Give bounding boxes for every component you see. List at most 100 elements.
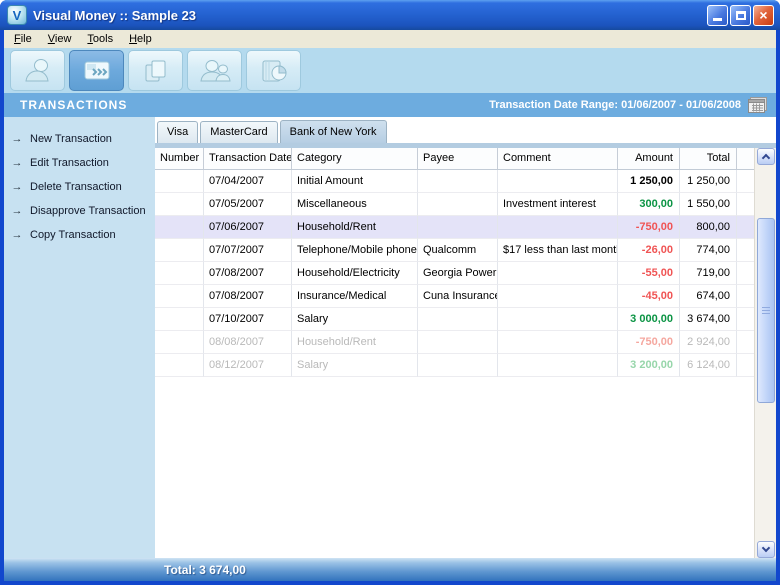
cell-payee xyxy=(418,354,498,377)
sidebar-actions: →New Transaction→Edit Transaction→Delete… xyxy=(4,117,155,558)
transactions-toolbar-button[interactable] xyxy=(69,50,124,91)
cell-amount: -750,00 xyxy=(618,216,680,239)
cell-payee xyxy=(418,308,498,331)
action-new-transaction[interactable]: →New Transaction xyxy=(4,127,155,151)
table-row[interactable]: 07/05/2007 Miscellaneous Investment inte… xyxy=(155,193,754,216)
app-window: V Visual Money :: Sample 23 × FileViewTo… xyxy=(0,0,780,585)
action-copy-transaction[interactable]: →Copy Transaction xyxy=(4,223,155,247)
action-disapprove-transaction[interactable]: →Disapprove Transaction xyxy=(4,199,155,223)
scrollbar-track[interactable] xyxy=(757,165,775,541)
cell-payee xyxy=(418,170,498,193)
tab-bank-of-new-york[interactable]: Bank of New York xyxy=(280,120,387,143)
menu-item-view[interactable]: View xyxy=(40,31,80,47)
cell-comment: Investment interest xyxy=(498,193,618,216)
column-header-transaction-date[interactable]: Transaction Date xyxy=(204,148,292,169)
minimize-icon xyxy=(713,18,722,21)
close-button[interactable]: × xyxy=(753,5,774,26)
maximize-icon xyxy=(736,11,746,20)
transactions-table: NumberTransaction DateCategoryPayeeComme… xyxy=(155,148,754,558)
cell-date: 07/05/2007 xyxy=(204,193,292,216)
reports-toolbar-button[interactable] xyxy=(246,50,301,91)
cell-payee xyxy=(418,216,498,239)
column-header-filler xyxy=(737,148,754,169)
scrollbar-thumb[interactable] xyxy=(757,218,775,403)
tab-visa[interactable]: Visa xyxy=(157,121,198,143)
cell-comment xyxy=(498,262,618,285)
column-header-amount[interactable]: Amount xyxy=(618,148,680,169)
cell-category: Insurance/Medical xyxy=(292,285,418,308)
user-icon xyxy=(22,57,54,85)
window-body: FileViewToolsHelp TRANSACTIONS Transacti… xyxy=(4,30,776,581)
action-label: Disapprove Transaction xyxy=(30,205,146,217)
action-arrow-icon: → xyxy=(4,229,30,241)
tab-mastercard[interactable]: MasterCard xyxy=(200,121,277,143)
documents-toolbar-button[interactable] xyxy=(128,50,183,91)
status-total: Total: 3 674,00 xyxy=(164,563,246,577)
calendar-icon[interactable] xyxy=(748,97,768,114)
action-delete-transaction[interactable]: →Delete Transaction xyxy=(4,175,155,199)
users-toolbar-button[interactable] xyxy=(187,50,242,91)
table-row[interactable]: 07/08/2007 Insurance/Medical Cuna Insura… xyxy=(155,285,754,308)
cell-total: 1 250,00 xyxy=(680,170,737,193)
action-edit-transaction[interactable]: →Edit Transaction xyxy=(4,151,155,175)
scroll-up-button[interactable] xyxy=(757,148,775,165)
table-row[interactable]: 08/08/2007 Household/Rent -750,00 2 924,… xyxy=(155,331,754,354)
scroll-down-button[interactable] xyxy=(757,541,775,558)
cell-category: Miscellaneous xyxy=(292,193,418,216)
column-header-category[interactable]: Category xyxy=(292,148,418,169)
cell-payee: Georgia Power xyxy=(418,262,498,285)
cell-total: 3 674,00 xyxy=(680,308,737,331)
cell-total: 774,00 xyxy=(680,239,737,262)
cell-category: Salary xyxy=(292,354,418,377)
menu-item-tools[interactable]: Tools xyxy=(79,31,121,47)
table-row[interactable]: 07/10/2007 Salary 3 000,00 3 674,00 xyxy=(155,308,754,331)
cell-date: 07/07/2007 xyxy=(204,239,292,262)
cell-amount: -55,00 xyxy=(618,262,680,285)
cell-filler xyxy=(737,170,754,193)
maximize-button[interactable] xyxy=(730,5,751,26)
table-row[interactable]: 08/12/2007 Salary 3 200,00 6 124,00 xyxy=(155,354,754,377)
column-header-comment[interactable]: Comment xyxy=(498,148,618,169)
date-range-label: Transaction Date Range: 01/06/2007 - 01/… xyxy=(489,99,741,111)
table-row[interactable]: 07/07/2007 Telephone/Mobile phone Qualco… xyxy=(155,239,754,262)
minimize-button[interactable] xyxy=(707,5,728,26)
cell-comment xyxy=(498,308,618,331)
status-bar: Total: 3 674,00 xyxy=(4,558,776,581)
cell-payee: Cuna Insurance xyxy=(418,285,498,308)
window-title: Visual Money :: Sample 23 xyxy=(33,8,701,23)
thumb-grip-icon xyxy=(762,307,770,314)
cell-number xyxy=(155,239,204,262)
toolbar xyxy=(4,48,776,93)
action-label: Edit Transaction xyxy=(30,157,109,169)
user-toolbar-button[interactable] xyxy=(10,50,65,91)
table-row[interactable]: 07/08/2007 Household/Electricity Georgia… xyxy=(155,262,754,285)
cell-comment xyxy=(498,354,618,377)
documents-icon xyxy=(140,57,172,85)
cell-amount: 300,00 xyxy=(618,193,680,216)
table-row[interactable]: 07/06/2007 Household/Rent -750,00 800,00 xyxy=(155,216,754,239)
cell-total: 800,00 xyxy=(680,216,737,239)
cell-date: 07/04/2007 xyxy=(204,170,292,193)
column-header-number[interactable]: Number xyxy=(155,148,204,169)
cell-filler xyxy=(737,193,754,216)
window-controls: × xyxy=(707,5,774,26)
menu-item-file[interactable]: File xyxy=(6,31,40,47)
chevron-up-icon xyxy=(762,154,770,162)
menu-item-help[interactable]: Help xyxy=(121,31,160,47)
transactions-icon xyxy=(81,57,113,85)
table-row[interactable]: 07/04/2007 Initial Amount 1 250,00 1 250… xyxy=(155,170,754,193)
cell-number xyxy=(155,170,204,193)
cell-filler xyxy=(737,308,754,331)
cell-comment xyxy=(498,331,618,354)
cell-comment xyxy=(498,170,618,193)
cell-date: 07/08/2007 xyxy=(204,285,292,308)
cell-category: Telephone/Mobile phone xyxy=(292,239,418,262)
cell-number xyxy=(155,331,204,354)
column-header-payee[interactable]: Payee xyxy=(418,148,498,169)
vertical-scrollbar[interactable] xyxy=(754,148,776,558)
column-header-total[interactable]: Total xyxy=(680,148,737,169)
section-header: TRANSACTIONS Transaction Date Range: 01/… xyxy=(4,93,776,117)
cell-number xyxy=(155,262,204,285)
cell-amount: -750,00 xyxy=(618,331,680,354)
cell-number xyxy=(155,216,204,239)
